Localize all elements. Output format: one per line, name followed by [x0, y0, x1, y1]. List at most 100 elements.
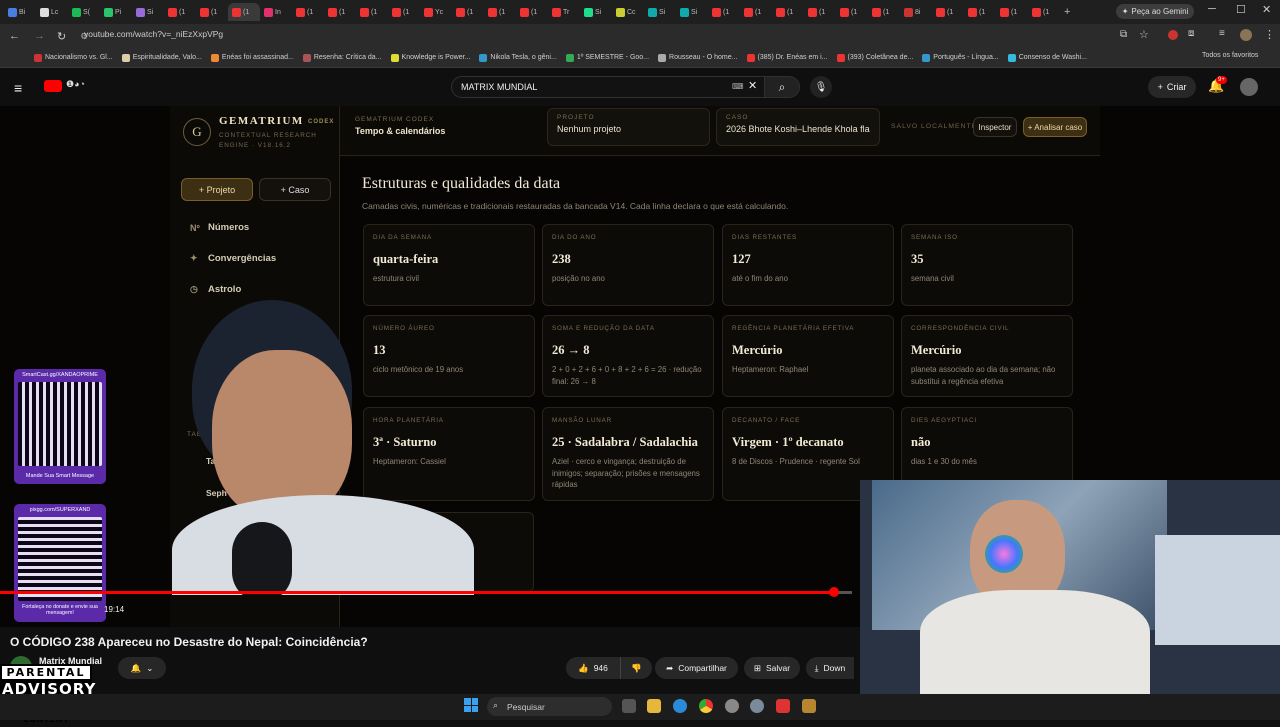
- bookmark-item[interactable]: Knowledge is Power...: [390, 53, 470, 62]
- hamburger-menu-icon[interactable]: ≡: [14, 80, 22, 96]
- browser-tab[interactable]: (1: [196, 3, 228, 21]
- browser-tab[interactable]: (1: [932, 3, 964, 21]
- browser-tab[interactable]: (1: [804, 3, 836, 21]
- browser-tab[interactable]: (1: [356, 3, 388, 21]
- browser-tab[interactable]: Si: [644, 3, 676, 21]
- search-input[interactable]: MATRIX MUNDIAL: [451, 76, 765, 98]
- browser-tab[interactable]: (1: [484, 3, 516, 21]
- edge-icon[interactable]: [673, 699, 687, 713]
- browser-tab[interactable]: Pi: [100, 3, 132, 21]
- browser-tab[interactable]: 8i: [900, 3, 932, 21]
- bookmark-item[interactable]: (385) Dr. Enéas em i...: [746, 53, 828, 62]
- browser-tab[interactable]: (1: [836, 3, 868, 21]
- browser-tab[interactable]: Yc: [420, 3, 452, 21]
- youtube-logo-icon[interactable]: [44, 80, 62, 92]
- browser-menu-icon[interactable]: ⋮: [1264, 28, 1275, 41]
- browser-tab[interactable]: (1: [324, 3, 356, 21]
- maximize-icon[interactable]: ☐: [1236, 3, 1246, 16]
- extension-icon[interactable]: [1168, 30, 1178, 40]
- gemini-button[interactable]: ✦ Peça ao Gemini: [1116, 4, 1194, 19]
- search-button[interactable]: ⌕: [764, 76, 800, 98]
- progress-bar-fill: [0, 591, 834, 594]
- case-selector[interactable]: CASO 2026 Bhote Koshi–Lhende Khola flas.…: [716, 108, 880, 146]
- tab-favicon-icon: [136, 7, 145, 17]
- browser-tab[interactable]: Si: [132, 3, 164, 21]
- bookmark-item[interactable]: Espiritualidade, Valo...: [121, 53, 202, 62]
- browser-tab[interactable]: (1: [868, 3, 900, 21]
- bookmark-item[interactable]: Enéas foi assassinad...: [210, 53, 294, 62]
- taskbar-search[interactable]: Pesquisar: [487, 697, 612, 716]
- new-tab-icon[interactable]: +: [1060, 3, 1092, 21]
- windows-start-icon[interactable]: [464, 698, 478, 712]
- profile-avatar[interactable]: [1240, 29, 1252, 41]
- browser-tab[interactable]: (1: [996, 3, 1028, 21]
- bookmark-star-icon[interactable]: ☆: [1139, 28, 1149, 41]
- recorder-icon[interactable]: [776, 699, 790, 713]
- browser-tab[interactable]: S(: [68, 3, 100, 21]
- browser-tab[interactable]: (1: [708, 3, 740, 21]
- bookmark-item[interactable]: Resenha: Crítica da...: [302, 53, 382, 62]
- project-selector[interactable]: PROJETO Nenhum projeto: [547, 108, 710, 146]
- tab-favicon-icon: [488, 7, 497, 17]
- bookmark-item[interactable]: Rousseau - O home...: [658, 53, 738, 62]
- bookmark-item[interactable]: (393) Coletânea de...: [836, 53, 913, 62]
- browser-tab[interactable]: (1: [388, 3, 420, 21]
- keyboard-icon[interactable]: ⌨: [732, 82, 744, 91]
- browser-tab[interactable]: Si: [580, 3, 612, 21]
- reload-icon[interactable]: ↻: [57, 30, 66, 43]
- voice-search-button[interactable]: 🎙: [810, 76, 832, 98]
- new-case-button[interactable]: + Caso: [259, 178, 331, 201]
- inspector-button[interactable]: Inspector: [973, 117, 1017, 137]
- nav-numeros[interactable]: Nº Números: [190, 222, 249, 233]
- back-icon[interactable]: ←: [9, 30, 20, 42]
- share-button[interactable]: ➦ Compartilhar: [655, 657, 738, 679]
- browser-tab[interactable]: (1: [772, 3, 804, 21]
- browser-tab[interactable]: Cc: [612, 3, 644, 21]
- settings-icon[interactable]: [750, 699, 764, 713]
- user-avatar[interactable]: [1240, 78, 1258, 96]
- chrome-icon[interactable]: [699, 699, 713, 713]
- dislike-button[interactable]: 👎: [620, 657, 652, 679]
- menu-lines-icon[interactable]: ≡: [1219, 28, 1225, 39]
- browser-tab[interactable]: (1: [516, 3, 548, 21]
- app-icon[interactable]: [725, 699, 739, 713]
- bookmark-item[interactable]: Português - Língua...: [922, 53, 999, 62]
- like-button[interactable]: 👍 946: [566, 657, 620, 679]
- browser-tab[interactable]: Si: [676, 3, 708, 21]
- minimize-icon[interactable]: ─: [1208, 3, 1216, 15]
- extensions-icon[interactable]: ⧈: [1188, 28, 1194, 39]
- browser-tab[interactable]: (1: [1028, 3, 1060, 21]
- app-tile-icon[interactable]: [802, 699, 816, 713]
- tab-favicon-icon: [744, 7, 753, 17]
- browser-tab[interactable]: (1: [228, 3, 260, 21]
- all-favorites[interactable]: Todos os favoritos: [1202, 52, 1258, 59]
- browser-tab[interactable]: (1: [740, 3, 772, 21]
- browser-tab[interactable]: (1: [292, 3, 324, 21]
- analyze-case-button[interactable]: + Analisar caso: [1023, 117, 1087, 137]
- browser-tab[interactable]: (1: [452, 3, 484, 21]
- clear-search-icon[interactable]: ✕: [748, 79, 757, 92]
- bookmark-item[interactable]: Nacionalismo vs. Gl...: [34, 53, 113, 62]
- browser-tab[interactable]: (1: [964, 3, 996, 21]
- bookmark-item[interactable]: 1º SEMESTRE - Goo...: [565, 53, 649, 62]
- browser-tab[interactable]: In: [260, 3, 292, 21]
- close-window-icon[interactable]: ✕: [1262, 3, 1271, 16]
- save-button[interactable]: ⊞ Salvar: [744, 657, 800, 679]
- new-project-button[interactable]: + Projeto: [181, 178, 253, 201]
- browser-tab[interactable]: Lc: [36, 3, 68, 21]
- progress-scrubber[interactable]: [829, 587, 839, 597]
- bookmark-item[interactable]: Consenso de Washi...: [1007, 53, 1087, 62]
- subscribed-button[interactable]: 🔔 ⌄: [118, 657, 166, 679]
- browser-tab[interactable]: Bi: [4, 3, 36, 21]
- install-icon[interactable]: ⧉: [1120, 29, 1127, 40]
- forward-icon[interactable]: →: [34, 30, 45, 42]
- file-explorer-icon[interactable]: [647, 699, 661, 713]
- task-view-icon[interactable]: [622, 699, 636, 713]
- url-field[interactable]: youtube.com/watch?v=_niEzXxpVPg: [84, 29, 223, 39]
- browser-tab[interactable]: (1: [164, 3, 196, 21]
- create-button[interactable]: + Criar: [1148, 76, 1196, 98]
- bookmark-item[interactable]: Nikola Tesla, o gêni...: [479, 53, 557, 62]
- browser-tab[interactable]: Tr: [548, 3, 580, 21]
- nav-convergencias[interactable]: ✦ Convergências: [190, 253, 276, 264]
- download-button[interactable]: ⤓ Down: [806, 657, 854, 679]
